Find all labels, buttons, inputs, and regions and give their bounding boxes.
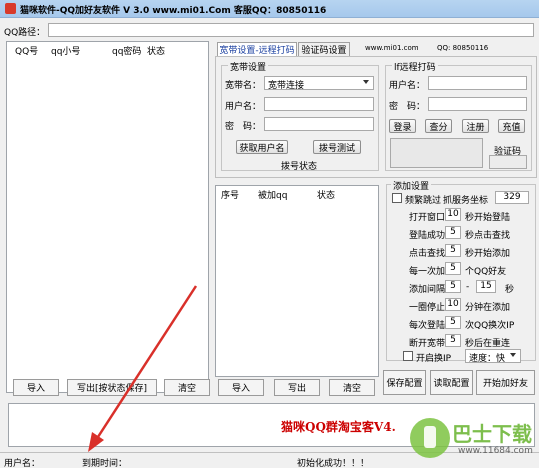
arrow-head <box>88 432 104 452</box>
watermark-url: www.11684.com <box>458 446 533 456</box>
arrow-shaft <box>94 285 198 441</box>
watermark: 巴士下载 www.11684.com <box>408 414 538 468</box>
watermark-brand: 巴士下载 <box>452 422 532 446</box>
annotation-arrow <box>88 285 198 452</box>
watermark-logo-icon <box>410 418 450 458</box>
